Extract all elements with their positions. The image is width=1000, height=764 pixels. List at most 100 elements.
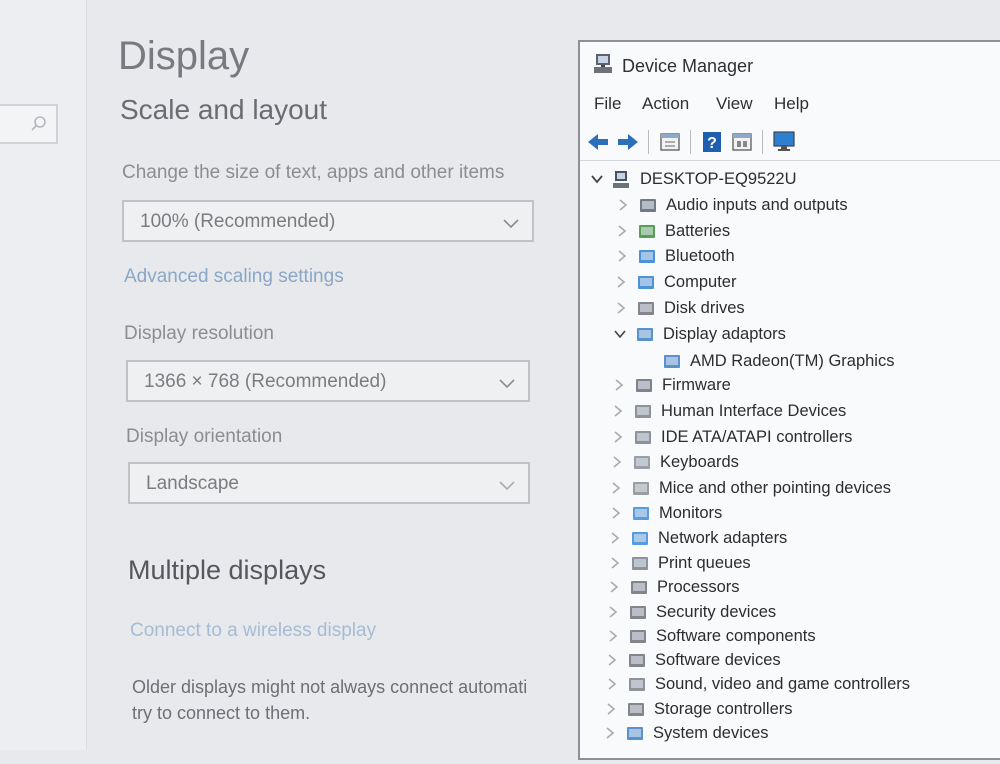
network-icon: [630, 529, 650, 549]
properties-icon[interactable]: [658, 130, 682, 154]
printer-icon: [630, 554, 650, 574]
back-arrow-icon[interactable]: [586, 130, 610, 154]
tree-category[interactable]: System devices: [580, 722, 1000, 746]
expand-chevron-icon[interactable]: [616, 198, 630, 212]
expand-chevron-icon[interactable]: [612, 378, 626, 392]
scale-dropdown[interactable]: 100% (Recommended): [122, 200, 534, 242]
settings-display-page: Display Scale and layout Change the size…: [86, 0, 580, 750]
monitor-icon: [631, 504, 651, 524]
tree-category[interactable]: Computer: [580, 271, 1000, 295]
tree-category[interactable]: Display adaptors: [580, 323, 1000, 347]
expand-chevron-icon[interactable]: [611, 430, 625, 444]
forward-arrow-icon[interactable]: [616, 130, 640, 154]
tree-item-label: System devices: [653, 724, 769, 742]
tree-item-label: Batteries: [665, 222, 731, 240]
tree-item-label: Network adapters: [658, 529, 788, 547]
tree-item-label: Computer: [664, 273, 737, 291]
expand-chevron-icon[interactable]: [611, 404, 625, 418]
tree-category[interactable]: Security devices: [580, 601, 1000, 625]
tree-item-label: Mice and other pointing devices: [659, 479, 892, 497]
menu-action[interactable]: Action: [642, 94, 689, 114]
tree-category[interactable]: Processors: [580, 576, 1000, 600]
expand-chevron-icon[interactable]: [615, 224, 629, 238]
expand-chevron-icon[interactable]: [615, 249, 629, 263]
speaker-icon: [638, 196, 658, 216]
ide-controller-icon: [633, 428, 653, 448]
view-icon[interactable]: [730, 130, 754, 154]
tree-category[interactable]: Print queues: [580, 552, 1000, 576]
tree-category[interactable]: Monitors: [580, 502, 1000, 526]
software-component-icon: [628, 627, 648, 647]
display-adapter-icon: [635, 325, 655, 345]
tree-category[interactable]: Sound, video and game controllers: [580, 673, 1000, 697]
resolution-dropdown[interactable]: 1366 × 768 (Recommended): [126, 360, 530, 402]
tree-category[interactable]: Software devices: [580, 649, 1000, 673]
expand-chevron-icon[interactable]: [609, 481, 623, 495]
tree-root-computer[interactable]: DESKTOP-EQ9522U: [580, 168, 1000, 192]
security-icon: [628, 603, 648, 623]
expand-chevron-icon[interactable]: [610, 455, 624, 469]
toolbar-separator: [648, 130, 649, 154]
expand-chevron-icon[interactable]: [614, 301, 628, 315]
tree-category[interactable]: Software components: [580, 625, 1000, 649]
display-adapter-icon: [662, 352, 682, 372]
older-displays-text-line2: try to connect to them.: [132, 703, 311, 723]
toolbar: ?: [580, 124, 1000, 161]
tree-item-label: Processors: [657, 578, 740, 596]
tree-device-item[interactable]: AMD Radeon(TM) Graphics: [580, 350, 1000, 374]
expand-chevron-icon[interactable]: [606, 629, 620, 643]
scale-dropdown-value: 100% (Recommended): [140, 211, 336, 232]
device-manager-window: Device Manager File Action View Help ? D…: [578, 40, 1000, 760]
help-icon[interactable]: ?: [700, 130, 724, 154]
menu-file[interactable]: File: [594, 94, 621, 114]
tree-category[interactable]: Human Interface Devices: [580, 400, 1000, 424]
tree-item-label: AMD Radeon(TM) Graphics: [690, 352, 895, 370]
orientation-dropdown[interactable]: Landscape: [128, 462, 530, 504]
collapse-chevron-icon[interactable]: [613, 327, 627, 341]
tree-category[interactable]: Network adapters: [580, 527, 1000, 551]
expand-chevron-icon[interactable]: [605, 653, 619, 667]
tree-item-label: Display adaptors: [663, 325, 786, 343]
search-box[interactable]: [0, 104, 58, 144]
tree-category[interactable]: Storage controllers: [580, 698, 1000, 722]
system-icon: [625, 724, 645, 744]
tree-category[interactable]: Firmware: [580, 374, 1000, 398]
tree-item-label: Disk drives: [664, 299, 745, 317]
svg-text:?: ?: [707, 135, 717, 152]
expand-chevron-icon[interactable]: [609, 506, 623, 520]
expand-chevron-icon[interactable]: [605, 677, 619, 691]
tree-item-label: Print queues: [658, 554, 751, 572]
section-title-scale: Scale and layout: [120, 94, 328, 125]
advanced-scaling-link[interactable]: Advanced scaling settings: [124, 266, 344, 288]
mouse-icon: [631, 479, 651, 499]
window-title: Device Manager: [622, 56, 754, 76]
tree-category[interactable]: Keyboards: [580, 451, 1000, 475]
collapse-chevron-icon[interactable]: [590, 172, 604, 186]
expand-chevron-icon[interactable]: [608, 531, 622, 545]
expand-chevron-icon[interactable]: [608, 556, 622, 570]
expand-chevron-icon[interactable]: [604, 702, 618, 716]
tree-category[interactable]: Mice and other pointing devices: [580, 477, 1000, 501]
menu-help[interactable]: Help: [774, 94, 809, 114]
tree-item-label: Firmware: [662, 376, 731, 394]
scan-hardware-icon[interactable]: [772, 130, 796, 154]
expand-chevron-icon[interactable]: [614, 275, 628, 289]
tree-item-label: Software components: [656, 627, 816, 645]
tree-category[interactable]: Disk drives: [580, 297, 1000, 321]
title-bar[interactable]: Device Manager: [580, 42, 1000, 90]
bluetooth-icon: [637, 247, 657, 267]
connect-wireless-display-link[interactable]: Connect to a wireless display: [130, 620, 376, 642]
expand-chevron-icon[interactable]: [606, 605, 620, 619]
menu-view[interactable]: View: [716, 94, 753, 114]
older-displays-text: Older displays might not always connect …: [132, 674, 572, 726]
settings-nav-pane: [0, 0, 87, 750]
scale-label: Change the size of text, apps and other …: [122, 162, 505, 183]
disk-drive-icon: [636, 299, 656, 319]
computer-name: DESKTOP-EQ9522U: [640, 170, 797, 188]
expand-chevron-icon[interactable]: [607, 580, 621, 594]
expand-chevron-icon[interactable]: [603, 726, 617, 740]
tree-category[interactable]: Audio inputs and outputs: [580, 194, 1000, 218]
tree-category[interactable]: Batteries: [580, 220, 1000, 244]
tree-category[interactable]: IDE ATA/ATAPI controllers: [580, 426, 1000, 450]
tree-category[interactable]: Bluetooth: [580, 245, 1000, 269]
